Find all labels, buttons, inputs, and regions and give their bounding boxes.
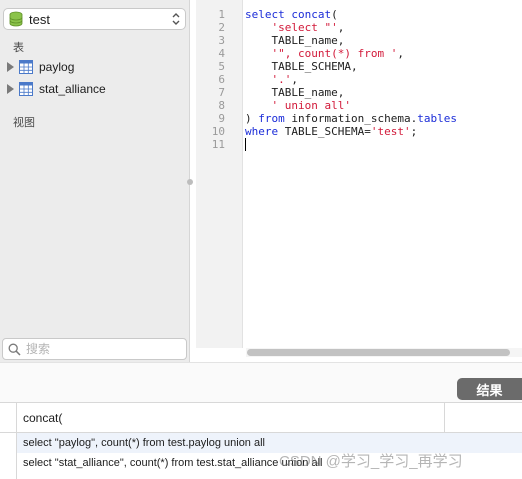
- tree-item-table[interactable]: stat_alliance: [7, 79, 106, 99]
- code-content[interactable]: select concat( 'select "', TABLE_name, '…: [245, 8, 457, 151]
- line-numbers: 1 2 3 4 5 6 7 8 9 10 11: [196, 8, 225, 151]
- chevron-updown-icon: [172, 13, 180, 25]
- section-label-views: 视图: [13, 117, 35, 129]
- sql-text: ): [245, 112, 259, 125]
- line-number: 11: [211, 138, 225, 151]
- sql-text: TABLE_SCHEMA=: [278, 125, 371, 138]
- line-number: 7: [218, 86, 225, 99]
- sql-keyword: select: [245, 8, 285, 21]
- sql-string: ' union all': [271, 99, 351, 112]
- table-label: paylog: [39, 60, 75, 74]
- column-divider: [444, 403, 445, 433]
- line-number: 8: [218, 99, 225, 112]
- table-label: stat_alliance: [39, 82, 106, 96]
- database-select[interactable]: test: [3, 8, 186, 30]
- line-number: 1: [218, 8, 225, 21]
- search-icon: [8, 343, 21, 356]
- line-number: 3: [218, 34, 225, 47]
- code-line[interactable]: '", count(*) from ',: [245, 47, 457, 60]
- sql-editor[interactable]: 1 2 3 4 5 6 7 8 9 10 11 select concat( '…: [196, 0, 522, 362]
- tree-item-table[interactable]: paylog: [7, 57, 74, 77]
- tab-results[interactable]: 结果: [457, 378, 522, 400]
- sql-keyword: tables: [417, 112, 457, 125]
- sql-text: ,: [291, 73, 298, 86]
- sql-text: ,: [397, 47, 404, 60]
- sql-keyword: from: [258, 112, 285, 125]
- database-name: test: [29, 11, 50, 27]
- line-number: 9: [218, 112, 225, 125]
- sql-string: 'select "': [271, 21, 338, 34]
- code-line[interactable]: where TABLE_SCHEMA='test';: [245, 125, 457, 138]
- code-line[interactable]: ' union all': [245, 99, 457, 112]
- sql-text: TABLE_name,: [245, 86, 345, 99]
- sql-text: ;: [410, 125, 418, 138]
- sql-string: '.': [271, 73, 292, 86]
- results-toolbar: [0, 362, 522, 402]
- code-line[interactable]: TABLE_SCHEMA,: [245, 60, 457, 73]
- code-line[interactable]: '.',: [245, 73, 457, 86]
- table-icon: [19, 60, 33, 74]
- sql-text: information_schema.: [284, 112, 418, 125]
- disclosure-triangle-icon[interactable]: [7, 84, 14, 94]
- column-header[interactable]: concat(: [23, 411, 62, 425]
- scrollbar-thumb[interactable]: [247, 349, 510, 356]
- code-line[interactable]: [245, 138, 457, 151]
- code-line[interactable]: ) from information_schema.tables: [245, 112, 457, 125]
- search-box[interactable]: [2, 338, 187, 360]
- split-handle[interactable]: [187, 179, 193, 185]
- sql-text: (: [331, 8, 338, 21]
- search-input[interactable]: [26, 342, 176, 356]
- sql-text: ,: [337, 21, 345, 34]
- line-number: 5: [218, 60, 225, 73]
- sql-text: TABLE_name,: [245, 34, 345, 47]
- database-icon: [9, 11, 23, 27]
- table-icon: [19, 82, 33, 96]
- line-number: 2: [218, 21, 225, 34]
- code-line[interactable]: 'select "',: [245, 21, 457, 34]
- sidebar: test 表 paylog stat_alliance 视图: [0, 0, 190, 362]
- sql-keyword: where: [245, 125, 279, 138]
- line-number: 10: [211, 125, 225, 138]
- horizontal-scrollbar[interactable]: [246, 348, 522, 357]
- sql-string: 'test': [370, 125, 411, 138]
- disclosure-triangle-icon[interactable]: [7, 62, 14, 72]
- section-label-tables: 表: [13, 42, 24, 54]
- text-cursor: [245, 138, 246, 151]
- sql-keyword: concat: [291, 8, 332, 21]
- watermark: CSDN @学习_学习_再学习: [279, 453, 463, 470]
- sql-text: TABLE_SCHEMA,: [245, 60, 358, 73]
- line-number-gutter: 1 2 3 4 5 6 7 8 9 10 11: [196, 0, 243, 348]
- line-number: 4: [218, 47, 225, 60]
- line-number: 6: [218, 73, 225, 86]
- code-line[interactable]: TABLE_name,: [245, 34, 457, 47]
- sql-string: '", count(*) from ': [271, 47, 398, 60]
- code-line[interactable]: select concat(: [245, 8, 457, 21]
- code-line[interactable]: TABLE_name,: [245, 86, 457, 99]
